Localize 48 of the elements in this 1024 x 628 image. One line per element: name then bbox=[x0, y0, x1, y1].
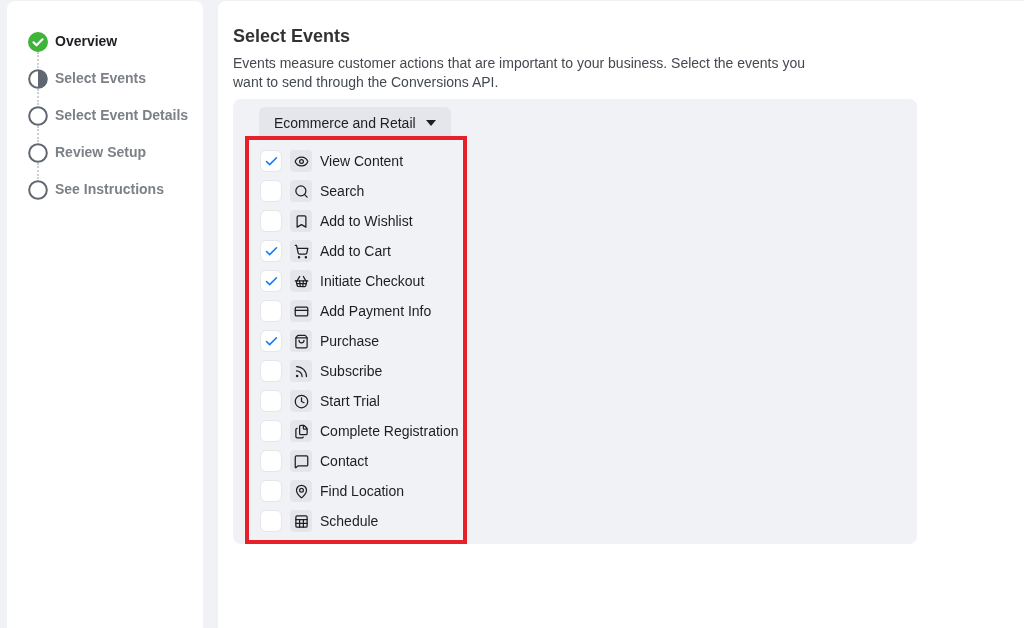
checkbox[interactable] bbox=[260, 300, 282, 322]
caret-icon bbox=[425, 120, 436, 126]
category-dropdown[interactable]: Ecommerce and Retail bbox=[259, 107, 451, 139]
checkbox[interactable] bbox=[260, 390, 282, 412]
checkbox[interactable] bbox=[260, 360, 282, 382]
event-label: Search bbox=[320, 181, 365, 201]
speech-bubble-icon bbox=[293, 453, 309, 469]
step-label[interactable]: See Instructions bbox=[55, 179, 164, 200]
event-label: View Content bbox=[320, 151, 403, 171]
checkbox[interactable] bbox=[260, 420, 282, 442]
section-title: Select Events bbox=[233, 25, 352, 47]
checkbox[interactable] bbox=[260, 240, 282, 262]
step-label[interactable]: Review Setup bbox=[55, 142, 147, 163]
eye-icon bbox=[293, 153, 309, 169]
search-icon bbox=[293, 183, 309, 199]
event-label: Find Location bbox=[320, 481, 405, 501]
bookmark-icon bbox=[293, 213, 309, 229]
section-description: Events measure customer actions that are important to your business. Select the events you want to send through the Conversions API. bbox=[233, 54, 806, 92]
checkbox[interactable] bbox=[260, 150, 282, 172]
event-label: Add to Wishlist bbox=[320, 211, 413, 231]
checkbox[interactable] bbox=[260, 180, 282, 202]
calendar-icon bbox=[293, 513, 309, 529]
checkbox[interactable] bbox=[260, 450, 282, 472]
step-label[interactable]: Select Events bbox=[55, 68, 147, 89]
event-label: Contact bbox=[320, 451, 369, 471]
documents-icon bbox=[293, 423, 309, 439]
event-label: Purchase bbox=[320, 331, 380, 351]
event-label: Add Payment Info bbox=[320, 301, 432, 321]
cart-icon bbox=[293, 243, 309, 259]
step-label[interactable]: Overview bbox=[55, 31, 118, 52]
checkbox[interactable] bbox=[260, 210, 282, 232]
feed-icon bbox=[293, 363, 309, 379]
event-label: Start Trial bbox=[320, 391, 380, 411]
event-label: Complete Registration bbox=[320, 421, 459, 441]
shopping-bag-icon bbox=[293, 333, 309, 349]
checkbox[interactable] bbox=[260, 510, 282, 532]
credit-card-icon bbox=[293, 303, 309, 319]
checkbox[interactable] bbox=[260, 270, 282, 292]
location-pin-icon bbox=[293, 483, 309, 499]
basket-icon bbox=[293, 273, 309, 289]
event-label: Add to Cart bbox=[320, 241, 391, 261]
checkbox[interactable] bbox=[260, 480, 282, 502]
event-label: Subscribe bbox=[320, 361, 383, 381]
checkbox[interactable] bbox=[260, 330, 282, 352]
event-label: Initiate Checkout bbox=[320, 271, 425, 291]
step-label[interactable]: Select Event Details bbox=[55, 105, 189, 126]
clock-icon bbox=[293, 393, 309, 409]
event-label: Schedule bbox=[320, 511, 379, 531]
